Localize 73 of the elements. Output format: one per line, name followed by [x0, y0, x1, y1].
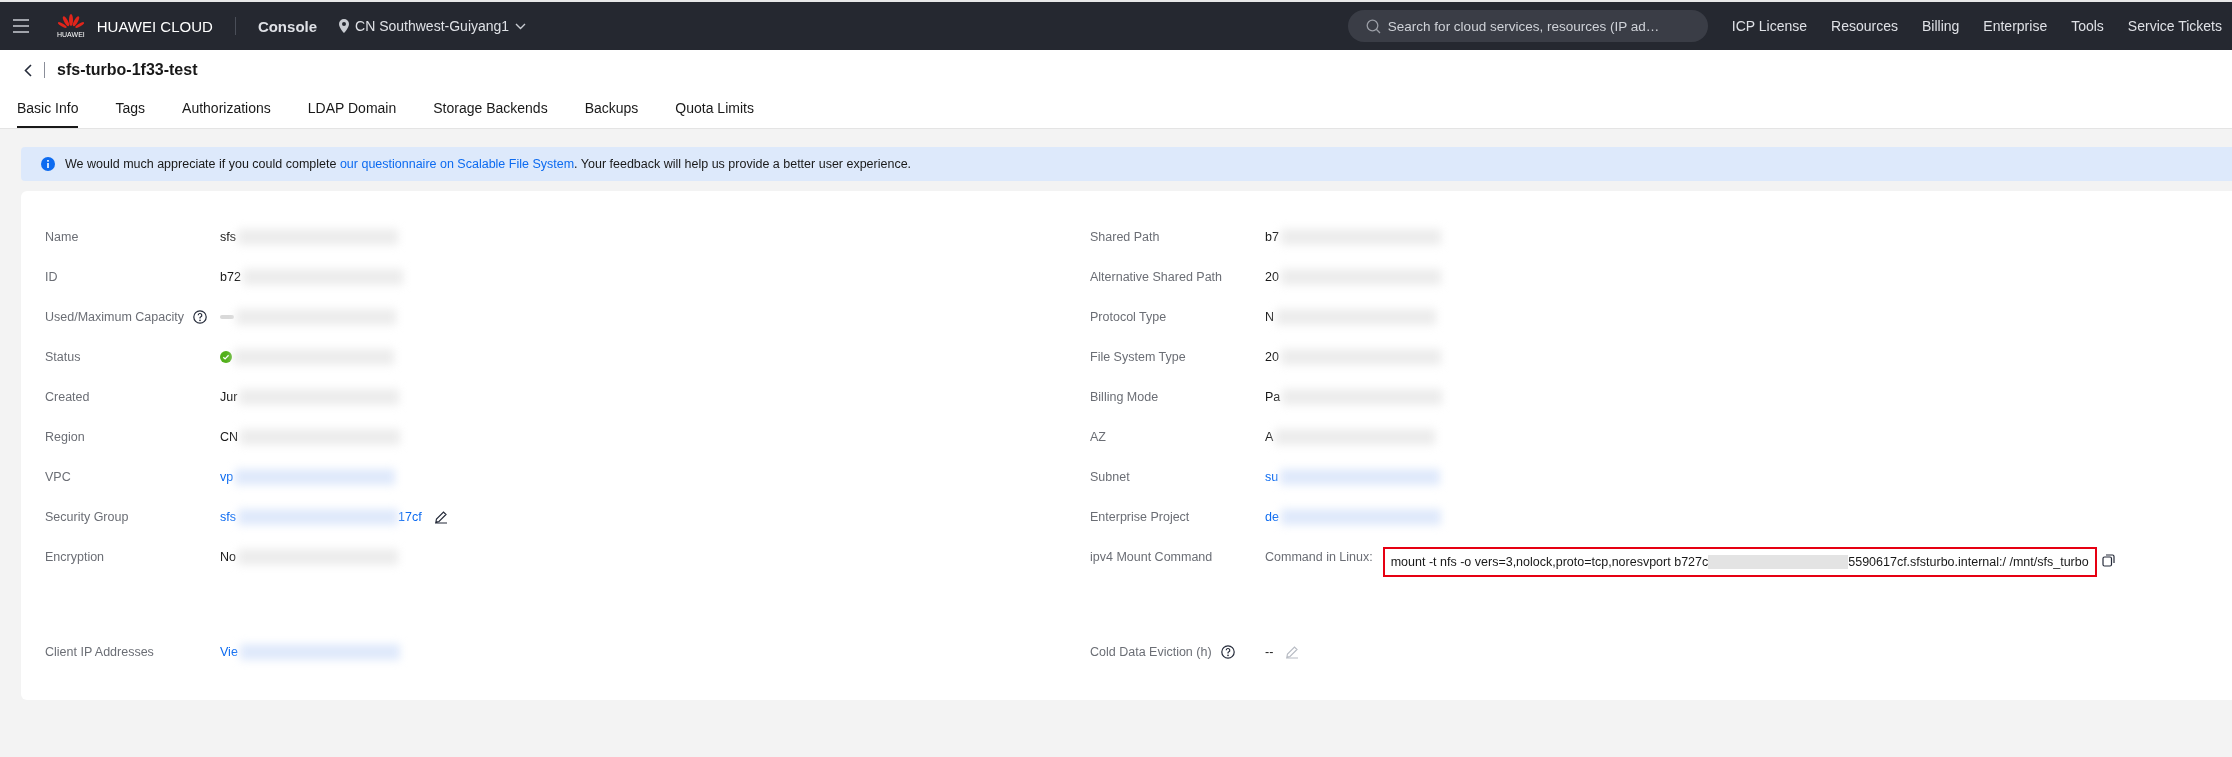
- field-label: Cold Data Eviction (h): [1090, 645, 1212, 659]
- field-value: 20: [1265, 350, 1279, 364]
- command-label: Command in Linux:: [1265, 550, 1373, 564]
- field-label: ID: [45, 270, 58, 284]
- field-label: ipv4 Mount Command: [1090, 550, 1213, 564]
- field-label: AZ: [1090, 430, 1106, 444]
- field-label: Subnet: [1090, 470, 1130, 484]
- nav-link[interactable]: Billing: [1922, 18, 1960, 34]
- command-text: mount -t nfs -o vers=3,nolock,proto=tcp,noresvport b727c: [1390, 555, 1709, 569]
- field-value: b7: [1265, 230, 1279, 244]
- tab[interactable]: LDAP Domain: [307, 90, 397, 128]
- console-link[interactable]: Console: [257, 17, 318, 35]
- field-label: Region: [45, 430, 85, 444]
- help-icon[interactable]: [1220, 645, 1235, 659]
- tab[interactable]: Quota Limits: [675, 90, 754, 128]
- menu-icon[interactable]: [13, 19, 29, 33]
- value-link[interactable]: 17cf: [398, 510, 422, 524]
- field-value: sfs: [220, 230, 236, 244]
- back-icon[interactable]: [24, 63, 32, 77]
- info-icon: [41, 157, 55, 171]
- nav-link[interactable]: Service Tickets: [2127, 18, 2222, 34]
- capacity-bar: [220, 315, 234, 319]
- command-text: 5590617cf.sfsturbo.internal:/ /mnt/sfs_turbo: [1848, 555, 2089, 569]
- field-label: Status: [45, 350, 81, 364]
- check-status-icon: [220, 351, 232, 363]
- field-label: Used/Maximum Capacity: [45, 310, 184, 324]
- flower-logo-icon: [57, 14, 84, 30]
- edit-icon[interactable]: [433, 510, 448, 524]
- field-label: Name: [45, 230, 79, 244]
- nav-link[interactable]: Tools: [2071, 18, 2104, 34]
- field-value: A: [1265, 430, 1274, 444]
- feedback-message: We would much appreciate if you could complete our questionnaire on Scalable File System. Your feedback will help us provide a better user experience.: [65, 157, 912, 171]
- field-label: Protocol Type: [1090, 310, 1167, 324]
- field-value: N: [1265, 310, 1275, 324]
- field-value: No: [220, 550, 236, 564]
- field-label: Encryption: [45, 550, 105, 564]
- field-value: 20: [1265, 270, 1279, 284]
- field-label: Shared Path: [1090, 230, 1160, 244]
- region-selector[interactable]: CN Southwest-Guiyang1: [355, 18, 510, 34]
- value-link[interactable]: su: [1265, 470, 1279, 484]
- tab[interactable]: Tags: [115, 90, 146, 128]
- location-pin-icon: [339, 19, 350, 33]
- field-value: b72: [220, 270, 241, 284]
- tab[interactable]: Storage Backends: [433, 90, 548, 128]
- tab[interactable]: Authorizations: [182, 90, 271, 128]
- field-label: Billing Mode: [1090, 390, 1159, 404]
- help-icon[interactable]: [192, 310, 207, 324]
- field-label: Enterprise Project: [1090, 510, 1190, 524]
- search-field[interactable]: Search for cloud services, resources (IP ad…: [1347, 10, 1708, 42]
- field-value: --: [1265, 645, 1274, 659]
- value-link[interactable]: Vie: [220, 645, 238, 659]
- field-value: Jur: [220, 390, 238, 404]
- field-label: Client IP Addresses: [45, 645, 154, 659]
- field-value: CN: [220, 430, 239, 444]
- copy-icon[interactable]: [2101, 553, 2115, 567]
- tab[interactable]: Basic Info: [17, 90, 79, 128]
- value-link[interactable]: de: [1265, 510, 1279, 524]
- nav-link[interactable]: Resources: [1831, 18, 1898, 34]
- nav-link[interactable]: Enterprise: [1983, 18, 2048, 34]
- page-title: sfs-turbo-1f33-test: [57, 61, 198, 79]
- field-label: File System Type: [1090, 350, 1186, 364]
- field-label: Alternative Shared Path: [1090, 270, 1223, 284]
- field-label: Security Group: [45, 510, 129, 524]
- nav-link[interactable]: ICP License: [1731, 18, 1808, 34]
- field-label: Created: [45, 390, 90, 404]
- value-link[interactable]: vp: [220, 470, 234, 484]
- field-label: VPC: [45, 470, 71, 484]
- field-value: Pa: [1265, 390, 1281, 404]
- tab[interactable]: Backups: [584, 90, 639, 128]
- brand-name[interactable]: HUAWEI CLOUD: [96, 17, 213, 35]
- search-icon: [1365, 19, 1381, 34]
- caret-icon[interactable]: [515, 22, 527, 30]
- value-link[interactable]: sfs: [220, 510, 236, 524]
